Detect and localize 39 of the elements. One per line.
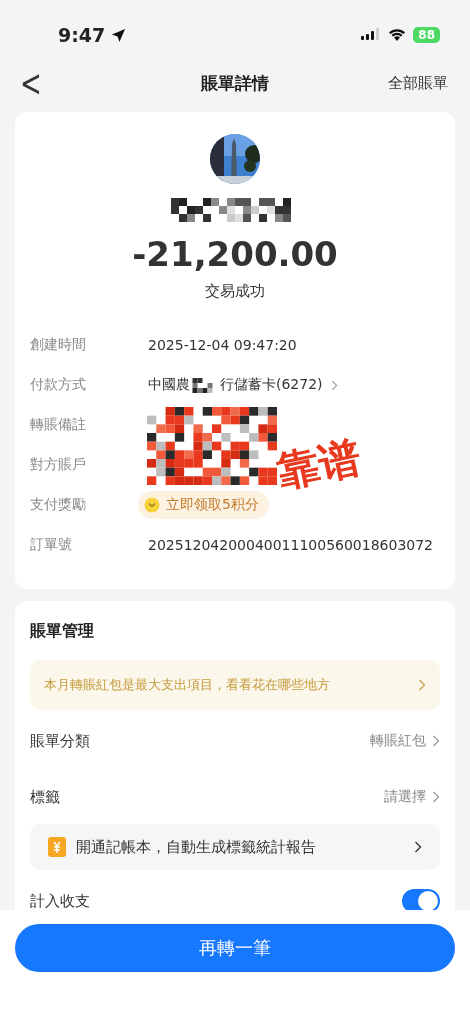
wifi-icon [387,28,408,42]
back-button[interactable]: < [14,62,48,104]
setting-label: 計入收支 [30,891,90,910]
payment-card-text: 行儲蓄卡(6272) [220,376,323,394]
bookkeeping-banner[interactable]: 開通記帳本，自動生成標籤統計報告 [30,824,440,870]
chevron-right-icon [418,679,426,691]
reward-button[interactable]: 立即领取5积分 [138,491,269,519]
toggle-switch[interactable] [402,889,440,910]
detail-label: 對方賬戶 [30,456,87,474]
detail-label: 付款方式 [30,376,87,394]
section-title: 賬單管理 [30,620,95,642]
setting-value[interactable]: 轉賬紅包 [370,732,426,750]
transaction-status: 交易成功 [205,282,265,301]
detail-label: 創建時間 [30,336,87,354]
battery-level: 88 [413,27,440,43]
insight-banner[interactable]: 本月轉賬紅包是最大支出項目，看看花在哪些地方 [30,660,440,710]
detail-label: 訂單號 [30,536,73,554]
transfer-again-button[interactable]: 再轉一筆 [15,924,455,972]
chevron-right-icon[interactable] [432,735,440,747]
amount-text: -21,200.00 [132,234,338,274]
sticker-text: 靠谱 [272,430,366,500]
detail-value: 20251204200040011100560018603072 [148,537,434,553]
location-arrow-icon [111,27,127,43]
page-title: 賬單詳情 [201,71,269,95]
setting-label: 賬單分類 [30,731,90,751]
setting-value[interactable]: 請選擇 [384,788,426,806]
payment-method-text: 中國農 [148,376,190,394]
all-bills-link[interactable]: 全部賬單 [388,73,448,93]
chevron-right-icon[interactable] [432,791,440,803]
setting-label: 標籤 [30,787,60,807]
signal-icon [361,28,382,42]
chevron-right-icon [414,841,422,853]
yuan-icon [48,837,66,857]
detail-label: 轉賬備註 [30,416,87,434]
chevron-right-icon[interactable] [330,379,338,391]
detail-value: 2025-12-04 09:47:20 [148,337,297,353]
status-time: 9:47 [58,24,106,46]
detail-label: 支付獎勵 [30,496,87,514]
coin-icon [144,497,160,513]
